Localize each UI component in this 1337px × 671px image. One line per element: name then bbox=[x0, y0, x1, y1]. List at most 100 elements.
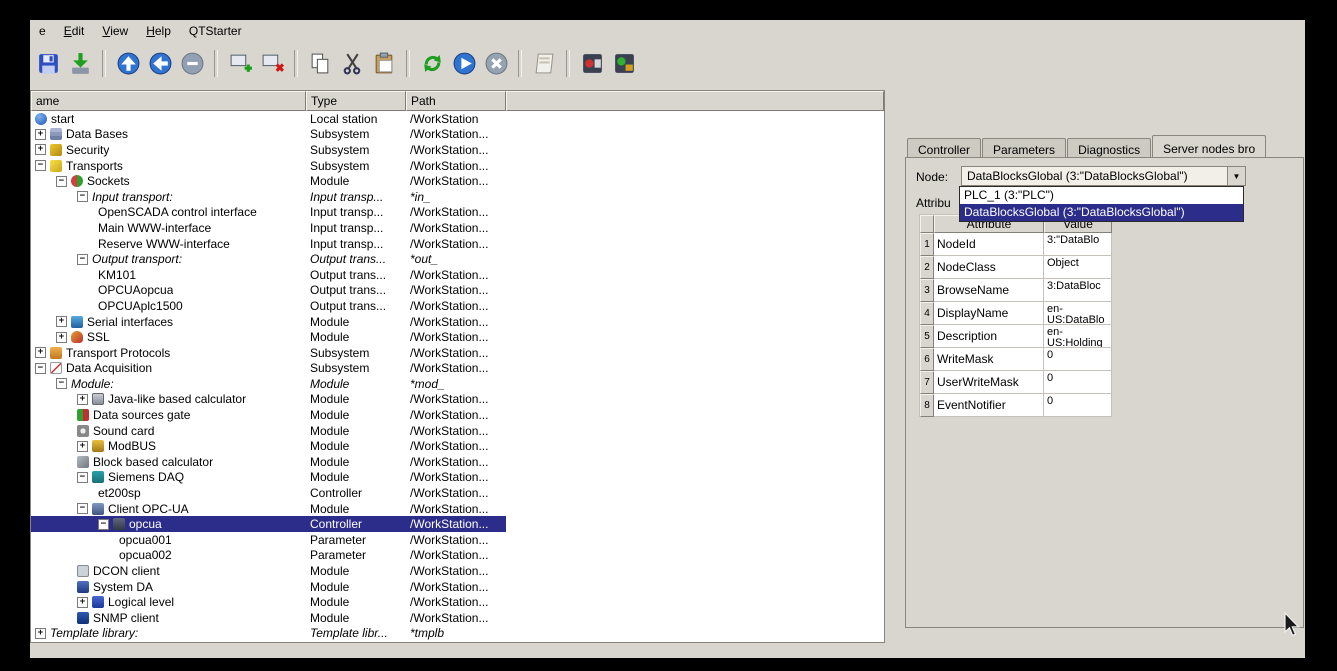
tree-expander[interactable]: − bbox=[98, 519, 109, 530]
tree-expander[interactable]: + bbox=[77, 394, 88, 405]
tree-expander[interactable]: − bbox=[77, 191, 88, 202]
tree-row-block-based-calculator[interactable]: Block based calculatorModule/WorkStation… bbox=[31, 454, 506, 470]
tree-row-serial-interfaces[interactable]: +Serial interfacesModule/WorkStation... bbox=[31, 314, 506, 330]
tree-expander[interactable]: + bbox=[56, 316, 67, 327]
row-number-cell[interactable]: 4 bbox=[920, 302, 934, 325]
forward-button[interactable] bbox=[177, 48, 207, 78]
tree-row-system-da[interactable]: System DAModule/WorkStation... bbox=[31, 579, 506, 595]
tree-row-opcuaopcua[interactable]: OPCUAopcuaOutput trans.../WorkStation... bbox=[31, 283, 506, 299]
vision-button[interactable] bbox=[577, 48, 607, 78]
menu-item-e[interactable]: e bbox=[30, 21, 55, 41]
tree-row-snmp-client[interactable]: SNMP clientModule/WorkStation... bbox=[31, 610, 506, 626]
tree-row-main-www-interface[interactable]: Main WWW-interfaceInput transp.../WorkSt… bbox=[31, 220, 506, 236]
value-cell[interactable]: en-US:Holding bbox=[1044, 325, 1112, 348]
tree-row-opcua001[interactable]: opcua001Parameter/WorkStation... bbox=[31, 532, 506, 548]
up-button[interactable] bbox=[113, 48, 143, 78]
tab-controller[interactable]: Controller bbox=[907, 138, 981, 157]
tree-row-data-bases[interactable]: +Data BasesSubsystem/WorkStation... bbox=[31, 127, 506, 143]
tree-row-modbus[interactable]: +ModBUSModule/WorkStation... bbox=[31, 438, 506, 454]
tree-expander[interactable]: + bbox=[56, 332, 67, 343]
value-cell[interactable]: 3:"DataBlo bbox=[1044, 233, 1112, 256]
tree-expander[interactable]: + bbox=[77, 597, 88, 608]
menu-item-help[interactable]: Help bbox=[137, 21, 180, 41]
copy-button[interactable] bbox=[305, 48, 335, 78]
tree-row-sockets[interactable]: −SocketsModule/WorkStation... bbox=[31, 173, 506, 189]
tab-diagnostics[interactable]: Diagnostics bbox=[1067, 138, 1151, 157]
tree-expander[interactable]: + bbox=[35, 628, 46, 639]
tree-row-output-transport[interactable]: −Output transport:Output trans...*out_ bbox=[31, 251, 506, 267]
row-number-cell[interactable]: 7 bbox=[920, 371, 934, 394]
value-cell[interactable]: en-US:DataBlo bbox=[1044, 302, 1112, 325]
tree-row-siemens-daq[interactable]: −Siemens DAQModule/WorkStation... bbox=[31, 470, 506, 486]
tree-row-security[interactable]: +SecuritySubsystem/WorkStation... bbox=[31, 142, 506, 158]
dropdown-item-plc-1-3-plc[interactable]: PLC_1 (3:"PLC") bbox=[960, 187, 1243, 204]
tree-expander[interactable]: + bbox=[35, 129, 46, 140]
column-header-name[interactable]: ame bbox=[31, 91, 306, 111]
menu-item-edit[interactable]: Edit bbox=[55, 21, 94, 41]
tree-expander[interactable]: − bbox=[35, 160, 46, 171]
tree-row-module[interactable]: −Module:Module*mod_ bbox=[31, 376, 506, 392]
tree-row-km101[interactable]: KM101Output trans.../WorkStation... bbox=[31, 267, 506, 283]
value-cell[interactable]: 0 bbox=[1044, 348, 1112, 371]
tree-row-opcuaplc1500[interactable]: OPCUAplc1500Output trans.../WorkStation.… bbox=[31, 298, 506, 314]
node-select[interactable]: DataBlocksGlobal (3:"DataBlocksGlobal") … bbox=[961, 166, 1246, 186]
tree-row-transports[interactable]: −TransportsSubsystem/WorkStation... bbox=[31, 158, 506, 174]
tree-row-template-library[interactable]: +Template library:Template libr...*tmplb bbox=[31, 626, 506, 642]
value-cell[interactable]: 0 bbox=[1044, 371, 1112, 394]
tree-row-logical-level[interactable]: +Logical levelModule/WorkStation... bbox=[31, 594, 506, 610]
value-cell[interactable]: Object bbox=[1044, 256, 1112, 279]
tree-expander[interactable]: − bbox=[56, 378, 67, 389]
tree-row-ssl[interactable]: +SSLModule/WorkStation... bbox=[31, 329, 506, 345]
tree-expander[interactable]: − bbox=[35, 363, 46, 374]
tree-row-sound-card[interactable]: Sound cardModule/WorkStation... bbox=[31, 423, 506, 439]
row-number-cell[interactable]: 1 bbox=[920, 233, 934, 256]
start-button[interactable] bbox=[449, 48, 479, 78]
tree-row-opcua[interactable]: −opcuaController/WorkStation... bbox=[31, 516, 506, 532]
cut-button[interactable] bbox=[337, 48, 367, 78]
value-cell[interactable]: 0 bbox=[1044, 394, 1112, 417]
tab-parameters[interactable]: Parameters bbox=[982, 138, 1066, 157]
tree-row-start[interactable]: startLocal station/WorkStation bbox=[31, 111, 506, 127]
tree-row-data-sources-gate[interactable]: Data sources gateModule/WorkStation... bbox=[31, 407, 506, 423]
stop-button[interactable] bbox=[481, 48, 511, 78]
reload-button[interactable] bbox=[417, 48, 447, 78]
column-header-path[interactable]: Path bbox=[406, 91, 506, 111]
clean-button[interactable] bbox=[529, 48, 559, 78]
tree-expander[interactable]: + bbox=[35, 347, 46, 358]
column-header-type[interactable]: Type bbox=[306, 91, 406, 111]
tree-row-data-acquisition[interactable]: −Data AcquisitionSubsystem/WorkStation..… bbox=[31, 361, 506, 377]
row-number-cell[interactable]: 5 bbox=[920, 325, 934, 348]
tab-server-nodes-bro[interactable]: Server nodes bro bbox=[1152, 135, 1266, 157]
tree-expander[interactable]: − bbox=[56, 176, 67, 187]
tree-row-transport-protocols[interactable]: +Transport ProtocolsSubsystem/WorkStatio… bbox=[31, 345, 506, 361]
tree-expander[interactable]: + bbox=[35, 144, 46, 155]
row-number-cell[interactable]: 6 bbox=[920, 348, 934, 371]
tree-expander[interactable]: + bbox=[77, 441, 88, 452]
menu-item-view[interactable]: View bbox=[93, 21, 137, 41]
tree-expander[interactable]: − bbox=[77, 472, 88, 483]
load-button[interactable] bbox=[65, 48, 95, 78]
delete-item-button[interactable] bbox=[257, 48, 287, 78]
row-number-cell[interactable]: 2 bbox=[920, 256, 934, 279]
tree-row-java-like-based-calculator[interactable]: +Java-like based calculatorModule/WorkSt… bbox=[31, 392, 506, 408]
tree-row-dcon-client[interactable]: DCON clientModule/WorkStation... bbox=[31, 563, 506, 579]
tree-row-input-transport[interactable]: −Input transport:Input transp...*in_ bbox=[31, 189, 506, 205]
row-number-cell[interactable]: 8 bbox=[920, 394, 934, 417]
paste-button[interactable] bbox=[369, 48, 399, 78]
tree-expander[interactable]: − bbox=[77, 503, 88, 514]
value-cell[interactable]: 3:DataBloc bbox=[1044, 279, 1112, 302]
row-number-cell[interactable]: 3 bbox=[920, 279, 934, 302]
config-button[interactable] bbox=[609, 48, 639, 78]
tree-row-et200sp[interactable]: et200spController/WorkStation... bbox=[31, 485, 506, 501]
tree-expander[interactable]: − bbox=[77, 254, 88, 265]
save-button[interactable] bbox=[33, 48, 63, 78]
back-button[interactable] bbox=[145, 48, 175, 78]
tree-row-client-opc-ua[interactable]: −Client OPC-UAModule/WorkStation... bbox=[31, 501, 506, 517]
tree-row-openscada-control-interface[interactable]: OpenSCADA control interfaceInput transp.… bbox=[31, 205, 506, 221]
chevron-down-icon[interactable]: ▼ bbox=[1227, 167, 1245, 185]
tree-row-reserve-www-interface[interactable]: Reserve WWW-interfaceInput transp.../Wor… bbox=[31, 236, 506, 252]
tree-row-opcua002[interactable]: opcua002Parameter/WorkStation... bbox=[31, 548, 506, 564]
dropdown-item-datablocksglobal-3-datablocksglobal[interactable]: DataBlocksGlobal (3:"DataBlocksGlobal") bbox=[960, 204, 1243, 221]
add-item-button[interactable] bbox=[225, 48, 255, 78]
menu-item-qtstarter[interactable]: QTStarter bbox=[180, 21, 251, 41]
